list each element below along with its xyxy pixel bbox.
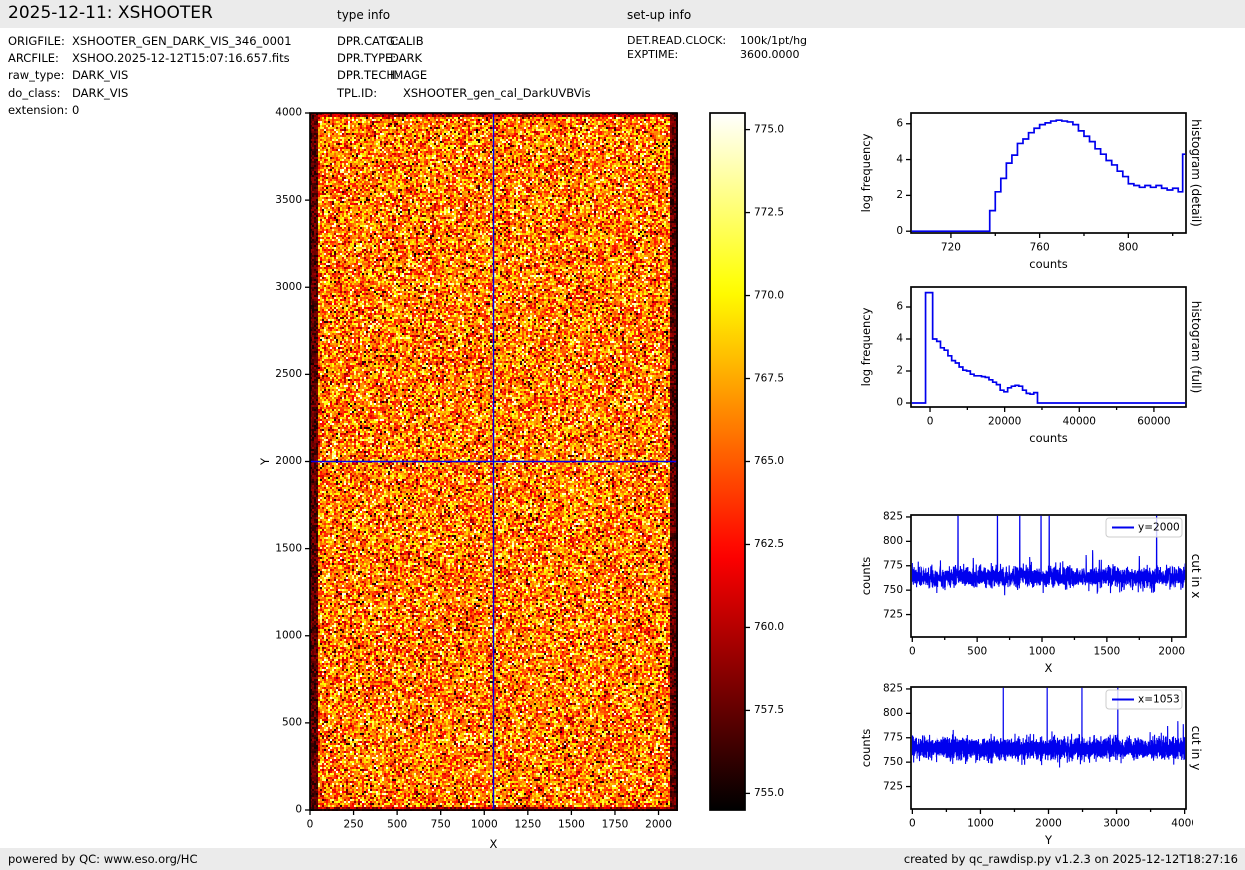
footer-bar: powered by QC: www.eso.org/HC created by…	[0, 848, 1245, 870]
type-info-row: DPR.TYPE: DARK	[337, 50, 591, 67]
field-value: 3600.0000	[740, 47, 800, 61]
histogram-full-side-label: histogram (full)	[1189, 300, 1203, 394]
field-value: XSHOOTER_GEN_DARK_VIS_346_0001	[72, 34, 292, 48]
field-value: XSHOO.2025-12-12T15:07:16.657.fits	[72, 51, 290, 66]
field-value: DARK_VIS	[72, 85, 129, 100]
field-value: DARK	[390, 51, 423, 66]
type-info-row: DPR.TECH: IMAGE	[337, 67, 591, 84]
cut-in-y-side-label: cut in y	[1189, 725, 1203, 771]
page-title: 2025-12-11: XSHOOTER	[8, 3, 213, 23]
type-info-block: DPR.CATG: CALIB DPR.TYPE: DARK DPR.TECH: IM…	[337, 33, 591, 102]
header-bar: 2025-12-11: XSHOOTER type info set-up in…	[0, 0, 1245, 28]
histogram-detail-side-label: histogram (detail)	[1189, 119, 1203, 227]
field-value: 0	[72, 102, 80, 117]
footer-powered-by: powered by QC: www.eso.org/HC	[8, 852, 198, 866]
field-label: ORIGFILE:	[8, 34, 65, 48]
footer-created-by: created by qc_rawdisp.py v1.2.3 on 2025-…	[903, 852, 1238, 866]
field-label: DPR.TYPE:	[337, 51, 397, 66]
field-label: DPR.CATG:	[337, 34, 399, 48]
cut-in-x-side-label: cut in x	[1189, 553, 1203, 599]
field-label: ARCFILE:	[8, 51, 59, 66]
type-info-row: DPR.CATG: CALIB	[337, 33, 591, 50]
type-info-heading: type info	[337, 8, 391, 22]
setup-info-row: DET.READ.CLOCK: 100k/1pt/hg	[627, 34, 807, 48]
colorbar	[700, 100, 812, 815]
histogram-full-plot	[855, 274, 1193, 446]
field-label: raw_type:	[8, 68, 65, 83]
raw-image-plot	[250, 100, 698, 850]
cut-in-y-plot	[855, 677, 1193, 848]
histogram-detail-plot	[855, 100, 1193, 272]
field-value: DARK_VIS	[72, 68, 129, 83]
field-label: DET.READ.CLOCK:	[627, 34, 727, 47]
field-value: 100k/1pt/hg	[740, 34, 808, 47]
cut-in-x-plot	[855, 505, 1193, 680]
setup-info-heading: set-up info	[627, 8, 692, 22]
field-label: DPR.TECH:	[337, 68, 399, 83]
file-info-row: raw_type: DARK_VIS	[8, 67, 292, 84]
setup-info-block: DET.READ.CLOCK: 100k/1pt/hg EXPTIME: 3600.…	[627, 34, 807, 62]
qc-report-page: { "header": { "title": "2025-12-11: XSHO…	[0, 0, 1245, 870]
field-label: EXPTIME:	[627, 47, 679, 61]
field-label: do_class:	[8, 85, 61, 100]
field-label: extension:	[8, 102, 68, 117]
field-value: IMAGE	[390, 68, 428, 83]
setup-info-row: EXPTIME: 3600.0000	[627, 48, 807, 62]
file-info-row: ARCFILE: XSHOO.2025-12-12T15:07:16.657.fi…	[8, 50, 292, 67]
file-info-row: ORIGFILE: XSHOOTER_GEN_DARK_VIS_346_0001	[8, 33, 292, 50]
field-value: CALIB	[390, 34, 424, 48]
